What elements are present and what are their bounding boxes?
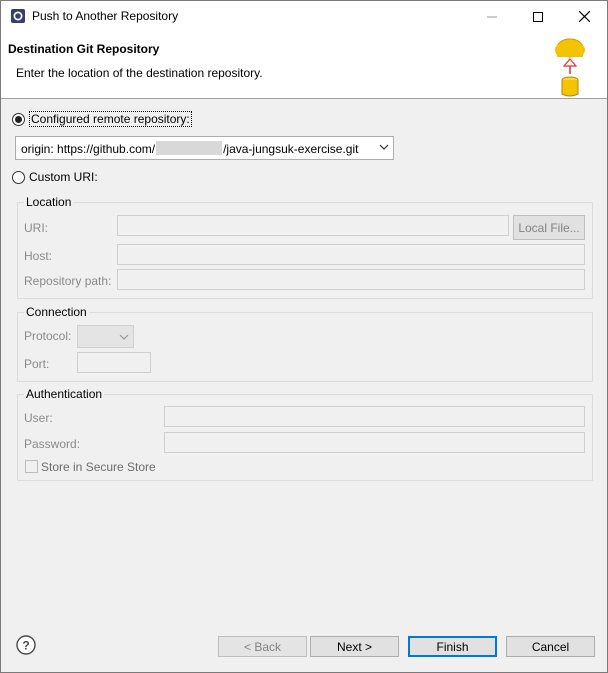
page-description: Enter the location of the destination re… <box>16 66 263 80</box>
protocol-select[interactable] <box>77 325 134 348</box>
svg-text:?: ? <box>22 639 29 653</box>
configured-remote-radio[interactable]: Configured remote repository: <box>12 111 192 127</box>
finish-button[interactable]: Finish <box>408 636 497 657</box>
minimize-button[interactable] <box>469 1 515 32</box>
page-title: Destination Git Repository <box>8 42 160 56</box>
host-label: Host: <box>24 249 53 263</box>
port-field[interactable] <box>77 352 151 373</box>
location-group-title: Location <box>24 195 74 209</box>
eclipse-icon <box>11 9 25 23</box>
chevron-down-icon <box>119 334 129 340</box>
redacted-area <box>156 141 223 155</box>
remote-repository-combo[interactable]: origin: https://github.com/ /java-jungsuk… <box>15 136 394 160</box>
radio-button[interactable] <box>12 112 25 126</box>
close-icon <box>578 11 590 22</box>
repository-path-label: Repository path: <box>24 274 112 288</box>
cloud-push-database-icon <box>555 38 585 97</box>
chevron-down-icon <box>379 144 389 150</box>
wizard-banner: Destination Git Repository Enter the loc… <box>1 32 607 99</box>
authentication-group-title: Authentication <box>24 387 105 401</box>
next-button[interactable]: Next > <box>310 636 399 657</box>
combo-value: origin: https://github.com/ /java-jungsuk… <box>21 141 358 156</box>
host-field[interactable] <box>117 244 585 265</box>
store-secure-label: Store in Secure Store <box>41 460 156 474</box>
configured-remote-label: Configured remote repository: <box>29 111 192 127</box>
maximize-icon <box>533 11 543 22</box>
cancel-button[interactable]: Cancel <box>506 636 595 657</box>
protocol-label: Protocol: <box>24 329 72 343</box>
combo-suffix: /java-jungsuk-exercise.git <box>223 142 359 156</box>
title-bar[interactable]: Push to Another Repository <box>1 1 607 32</box>
custom-uri-label: Custom URI: <box>29 170 98 184</box>
connection-group-title: Connection <box>24 305 89 319</box>
user-field[interactable] <box>164 406 585 427</box>
combo-prefix: origin: https://github.com/ <box>21 142 156 156</box>
store-secure-checkbox[interactable] <box>25 460 38 473</box>
port-label: Port: <box>24 357 50 371</box>
password-label: Password: <box>24 437 81 451</box>
back-button[interactable]: < Back <box>218 636 307 657</box>
uri-field[interactable] <box>117 215 509 236</box>
close-button[interactable] <box>561 1 607 32</box>
uri-label: URI: <box>24 221 48 235</box>
help-icon[interactable]: ? <box>16 635 36 655</box>
window-title: Push to Another Repository <box>32 9 179 23</box>
radio-button[interactable] <box>12 170 25 184</box>
user-label: User: <box>24 411 53 425</box>
minimize-icon <box>487 16 497 17</box>
repository-path-field[interactable] <box>117 269 585 290</box>
custom-uri-radio[interactable]: Custom URI: <box>12 170 98 184</box>
password-field[interactable] <box>164 432 585 453</box>
maximize-button[interactable] <box>515 1 561 32</box>
local-file-button[interactable]: Local File... <box>513 215 585 240</box>
dialog-window: Push to Another Repository Destination G… <box>0 0 608 673</box>
